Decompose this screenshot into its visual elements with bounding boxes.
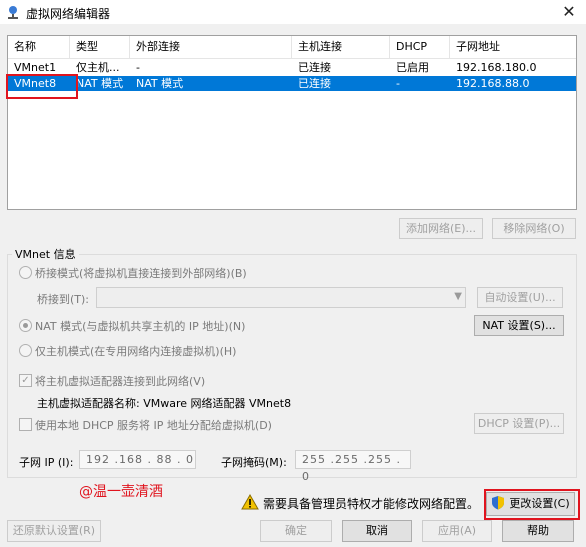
col-external[interactable]: 外部连接 (130, 36, 292, 58)
row-name: VMnet1 (14, 61, 57, 74)
col-type[interactable]: 类型 (70, 36, 130, 58)
col-subnet[interactable]: 子网地址 (450, 36, 576, 58)
watermark: @温一壶清酒 (79, 484, 163, 500)
use-dhcp-label: 使用本地 DHCP 服务将 IP 地址分配给虚拟机(D) (35, 419, 272, 432)
admin-warning-text: 需要具备管理员特权才能修改网络配置。 (263, 497, 480, 511)
row-type: NAT 模式 (76, 77, 124, 90)
subnet-ip-field[interactable]: 192 .168 . 88 . 0 (79, 450, 196, 469)
table-row-selected[interactable]: VMnet8 NAT 模式 NAT 模式 已连接 - 192.168.88.0 (8, 76, 576, 91)
col-name[interactable]: 名称 (8, 36, 70, 58)
annotation-highlight-box (484, 489, 580, 520)
row-host: 已连接 (298, 61, 331, 74)
hostonly-radio[interactable] (19, 344, 32, 357)
row-dhcp: - (396, 77, 400, 90)
network-editor-icon (8, 6, 18, 19)
adapter-name-label: 主机虚拟适配器名称: VMware 网络适配器 VMnet8 (37, 397, 292, 410)
row-external: NAT 模式 (136, 77, 184, 90)
vmnet-info-title: VMnet 信息 (12, 246, 79, 262)
bridged-label: 桥接模式(将虚拟机直接连接到外部网络)(B) (35, 267, 247, 280)
chevron-down-icon: ▼ (454, 291, 462, 302)
network-list[interactable]: 名称 类型 外部连接 主机连接 DHCP 子网地址 VMnet1 仅主机... … (7, 35, 577, 210)
title-bar: 虚拟网络编辑器 ✕ (0, 0, 586, 24)
col-dhcp[interactable]: DHCP (390, 36, 450, 58)
bridged-to-select[interactable]: ▼ (96, 287, 466, 308)
nat-settings-button[interactable]: NAT 设置(S)... (474, 315, 564, 336)
bridged-to-label: 桥接到(T): (37, 293, 90, 306)
subnet-mask-label: 子网掩码(M): (221, 456, 287, 469)
add-network-button[interactable]: 添加网络(E)... (399, 218, 483, 239)
bridged-radio[interactable] (19, 266, 32, 279)
row-external: - (136, 61, 140, 74)
row-subnet: 192.168.88.0 (456, 77, 530, 90)
list-header: 名称 类型 外部连接 主机连接 DHCP 子网地址 (8, 36, 576, 59)
row-host: 已连接 (298, 77, 331, 90)
remove-network-button[interactable]: 移除网络(O) (492, 218, 576, 239)
annotation-highlight-box (6, 74, 78, 99)
row-dhcp: 已启用 (396, 61, 429, 74)
cancel-button[interactable]: 取消 (342, 520, 412, 542)
nat-radio[interactable] (19, 319, 32, 332)
row-type: 仅主机... (76, 61, 120, 74)
warning-icon (241, 494, 259, 510)
hostonly-label: 仅主机模式(在专用网络内连接虚拟机)(H) (35, 345, 237, 358)
connect-adapter-label: 将主机虚拟适配器连接到此网络(V) (35, 375, 206, 388)
connect-adapter-checkbox[interactable]: ✓ (19, 374, 32, 387)
window-title: 虚拟网络编辑器 (26, 7, 111, 21)
col-host[interactable]: 主机连接 (292, 36, 390, 58)
help-button[interactable]: 帮助 (502, 520, 574, 542)
close-icon[interactable]: ✕ (558, 2, 580, 22)
table-row[interactable]: VMnet1 仅主机... - 已连接 已启用 192.168.180.0 (8, 60, 576, 75)
dhcp-settings-button[interactable]: DHCP 设置(P)... (474, 413, 564, 434)
restore-defaults-button[interactable]: 还原默认设置(R) (7, 520, 101, 542)
row-subnet: 192.168.180.0 (456, 61, 537, 74)
apply-button[interactable]: 应用(A) (422, 520, 492, 542)
nat-label: NAT 模式(与虚拟机共享主机的 IP 地址)(N) (35, 320, 246, 333)
use-dhcp-checkbox[interactable] (19, 418, 32, 431)
subnet-ip-label: 子网 IP (I): (19, 456, 74, 469)
auto-settings-button[interactable]: 自动设置(U)... (477, 287, 563, 308)
subnet-mask-field[interactable]: 255 .255 .255 . 0 (295, 450, 411, 483)
ok-button[interactable]: 确定 (260, 520, 332, 542)
